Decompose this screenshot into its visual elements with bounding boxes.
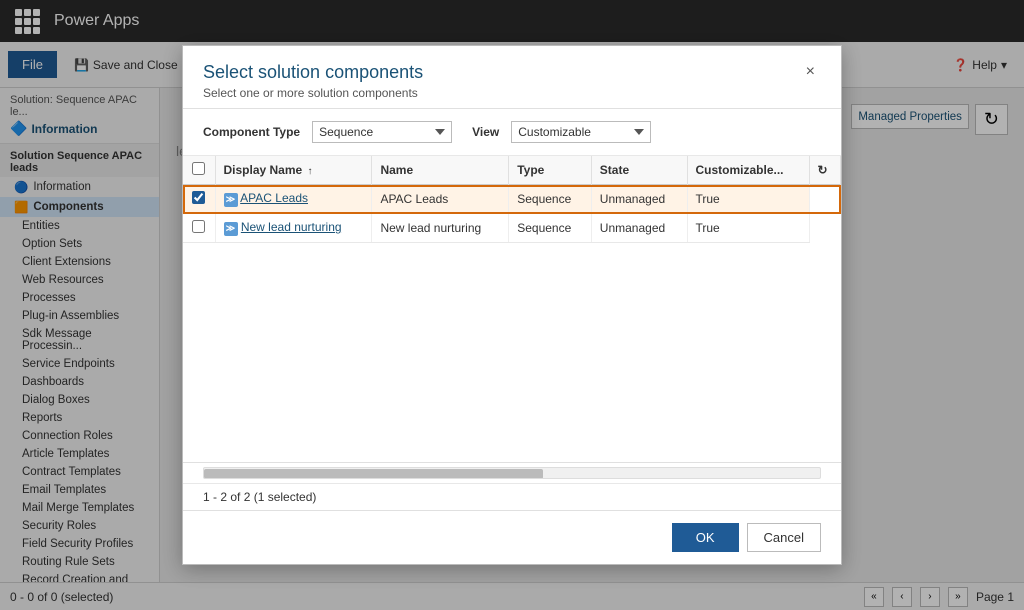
col-display-name[interactable]: Display Name ↑ bbox=[215, 156, 372, 185]
col-customizable: Customizable... bbox=[687, 156, 809, 185]
col-state: State bbox=[591, 156, 687, 185]
row-name: APAC Leads bbox=[372, 185, 509, 214]
row-display-name-link[interactable]: New lead nurturing bbox=[241, 220, 342, 234]
row-name: New lead nurturing bbox=[372, 214, 509, 243]
col-refresh[interactable]: ↻ bbox=[809, 156, 840, 185]
dialog-filters: Component Type Sequence View Customizabl… bbox=[183, 109, 841, 156]
row-state: Unmanaged bbox=[591, 185, 687, 214]
row-display-name: ≫ New lead nurturing bbox=[215, 214, 372, 243]
dialog-close-button[interactable]: × bbox=[800, 62, 821, 82]
row-customizable: True bbox=[687, 214, 809, 243]
modal-overlay: Select solution components Select one or… bbox=[0, 0, 1024, 610]
row-checkbox-cell bbox=[183, 185, 215, 214]
table-row[interactable]: ≫ APAC LeadsAPAC LeadsSequenceUnmanagedT… bbox=[183, 185, 841, 214]
row-type: Sequence bbox=[509, 214, 592, 243]
dialog-status: 1 - 2 of 2 (1 selected) bbox=[183, 483, 841, 510]
row-state: Unmanaged bbox=[591, 214, 687, 243]
dialog-title: Select solution components bbox=[203, 62, 423, 83]
view-label: View bbox=[472, 125, 499, 139]
horizontal-scrollbar[interactable] bbox=[203, 467, 821, 479]
components-table: Display Name ↑ Name Type State Customiza… bbox=[183, 156, 841, 243]
dialog-table-wrap: Display Name ↑ Name Type State Customiza… bbox=[183, 156, 841, 462]
select-all-checkbox[interactable] bbox=[192, 162, 205, 175]
dialog-footer: OK Cancel bbox=[183, 510, 841, 564]
sort-asc-icon: ↑ bbox=[308, 166, 313, 177]
ok-button[interactable]: OK bbox=[672, 523, 739, 552]
row-0-checkbox[interactable] bbox=[192, 191, 205, 204]
col-check bbox=[183, 156, 215, 185]
row-type: Sequence bbox=[509, 185, 592, 214]
row-display-name-link[interactable]: APAC Leads bbox=[240, 191, 308, 205]
row-checkbox-cell bbox=[183, 214, 215, 243]
select-components-dialog: Select solution components Select one or… bbox=[182, 45, 842, 565]
dialog-header: Select solution components Select one or… bbox=[183, 46, 841, 109]
col-name: Name bbox=[372, 156, 509, 185]
table-row[interactable]: ≫ New lead nurturingNew lead nurturingSe… bbox=[183, 214, 841, 243]
cancel-button[interactable]: Cancel bbox=[747, 523, 821, 552]
row-customizable: True bbox=[687, 185, 809, 214]
scrollbar-thumb bbox=[204, 469, 543, 479]
row-1-checkbox[interactable] bbox=[192, 220, 205, 233]
dialog-scroll-area bbox=[183, 462, 841, 483]
component-type-select[interactable]: Sequence bbox=[312, 121, 452, 143]
row-display-name: ≫ APAC Leads bbox=[215, 185, 372, 214]
view-select[interactable]: Customizable bbox=[511, 121, 651, 143]
component-type-label: Component Type bbox=[203, 125, 300, 139]
dialog-subtitle: Select one or more solution components bbox=[203, 86, 423, 100]
col-type: Type bbox=[509, 156, 592, 185]
sequence-icon: ≫ bbox=[224, 222, 238, 236]
sequence-icon: ≫ bbox=[224, 193, 238, 207]
